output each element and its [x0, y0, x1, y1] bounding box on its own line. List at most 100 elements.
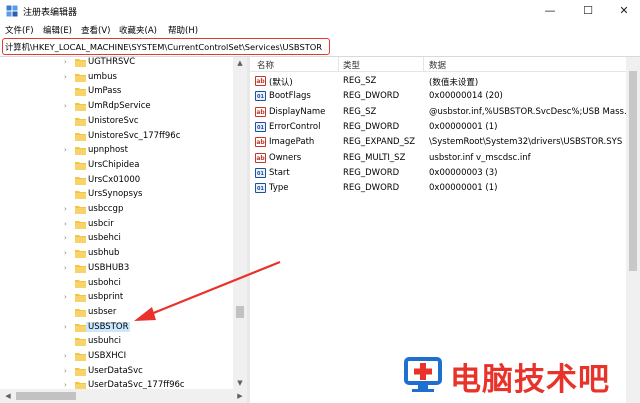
value-row[interactable]: ab ImagePath REG_EXPAND_SZ \SystemRoot\Syst…: [250, 135, 640, 150]
window-title: 注册表编辑器: [23, 8, 78, 18]
tree-item[interactable]: UrsCx01000: [0, 173, 232, 188]
chevron-right-icon[interactable]: ›: [64, 220, 72, 229]
value-type: REG_SZ: [343, 76, 377, 86]
chevron-right-icon[interactable]: ›: [64, 73, 72, 82]
chevron-right-icon[interactable]: ›: [64, 205, 72, 214]
tree-item[interactable]: › umbus: [0, 70, 232, 85]
scroll-thumb[interactable]: [236, 306, 244, 318]
menu-bar: 文件(F) 编辑(E) 查看(V) 收藏夹(A) 帮助(H): [0, 22, 640, 38]
value-name: ImagePath: [269, 137, 315, 148]
tree-item-label: umbus: [88, 71, 117, 82]
folder-icon: [75, 59, 86, 67]
tree-item[interactable]: › UGTHRSVC: [0, 57, 232, 70]
key-tree[interactable]: › UGTHRSVC › umbus UmPass › UmRdpService Unisto…: [0, 57, 247, 403]
value-data: 0x00000003 (3): [429, 167, 498, 178]
scroll-up-icon[interactable]: ▲: [233, 57, 247, 69]
tree-item[interactable]: usbser: [0, 305, 232, 320]
chevron-right-icon[interactable]: ›: [64, 146, 72, 155]
tree-item[interactable]: UrsChipidea: [0, 158, 232, 173]
tree-item[interactable]: usbuhci: [0, 334, 232, 349]
menu-edit[interactable]: 编辑(E): [43, 24, 72, 36]
column-header-data[interactable]: 数据: [429, 59, 446, 71]
value-name: BootFlags: [269, 91, 311, 102]
tree-item[interactable]: UnistoreSvc_177ff96c: [0, 129, 232, 144]
tree-item-selected[interactable]: › USBSTOR: [0, 320, 232, 335]
chevron-right-icon[interactable]: ›: [64, 367, 72, 376]
chevron-right-icon[interactable]: ›: [64, 58, 72, 67]
string-value-icon: ab: [255, 137, 266, 148]
value-row[interactable]: 01 Start REG_DWORD 0x00000003 (3): [250, 166, 640, 181]
tree-item-label: UserDataSvc: [88, 365, 143, 376]
chevron-right-icon[interactable]: ›: [64, 323, 72, 332]
value-row[interactable]: ab Owners REG_MULTI_SZ usbstor.inf v_mscdsc…: [250, 151, 640, 166]
tree-item[interactable]: UrsSynopsys: [0, 187, 232, 202]
tree-item[interactable]: › UmRdpService: [0, 99, 232, 114]
chevron-right-icon[interactable]: ›: [64, 352, 72, 361]
title-bar[interactable]: 注册表编辑器 — ☐ ✕: [0, 0, 640, 22]
scroll-right-icon[interactable]: ▶: [233, 390, 247, 402]
tree-item-label: usbuhci: [88, 336, 122, 347]
watermark-logo: 电脑技术吧: [398, 350, 638, 400]
tree-item-label: usbser: [88, 306, 117, 317]
value-name: Type: [269, 183, 289, 194]
chevron-right-icon[interactable]: ›: [64, 264, 72, 273]
tree-item-label: UrsCx01000: [88, 174, 141, 185]
tree-item-label: upnphost: [88, 145, 128, 156]
tree-item-label: UrsSynopsys: [88, 189, 143, 200]
tree-item[interactable]: › upnphost: [0, 143, 232, 158]
divider: [250, 71, 640, 72]
tree-vertical-scrollbar[interactable]: ▲ ▼: [233, 57, 247, 389]
tree-item[interactable]: UmPass: [0, 84, 232, 99]
tree-item[interactable]: UnistoreSvc: [0, 114, 232, 129]
address-bar[interactable]: 计算机\HKEY_LOCAL_MACHINE\SYSTEM\CurrentCon…: [2, 38, 330, 55]
tree-horizontal-scrollbar[interactable]: ◀ ▶: [0, 389, 247, 403]
address-path[interactable]: 计算机\HKEY_LOCAL_MACHINE\SYSTEM\CurrentCon…: [5, 41, 322, 53]
tree-item[interactable]: usbohci: [0, 276, 232, 291]
folder-icon: [75, 206, 86, 214]
chevron-right-icon[interactable]: ›: [64, 249, 72, 258]
tree-item-label: USBHUB3: [88, 262, 130, 273]
scroll-thumb[interactable]: [16, 392, 76, 400]
value-row[interactable]: ab DisplayName REG_SZ @usbstor.inf,%USBSTOR…: [250, 105, 640, 120]
registry-editor-icon: [6, 5, 18, 17]
scroll-down-icon[interactable]: ▼: [233, 377, 247, 389]
value-row[interactable]: 01 ErrorControl REG_DWORD 0x00000001 (1): [250, 120, 640, 135]
tree-item[interactable]: › usbcir: [0, 217, 232, 232]
value-row[interactable]: 01 BootFlags REG_DWORD 0x00000014 (20): [250, 89, 640, 104]
scroll-left-icon[interactable]: ◀: [1, 390, 15, 402]
column-separator[interactable]: [423, 57, 424, 71]
chevron-right-icon[interactable]: ›: [64, 293, 72, 302]
menu-view[interactable]: 查看(V): [81, 24, 110, 36]
menu-help[interactable]: 帮助(H): [168, 24, 198, 36]
value-row[interactable]: ab (默认) REG_SZ (数值未设置): [250, 74, 640, 89]
menu-file[interactable]: 文件(F): [5, 24, 34, 36]
tree-item-label: usbhub: [88, 248, 120, 259]
chevron-right-icon[interactable]: ›: [64, 102, 72, 111]
folder-icon: [75, 353, 86, 361]
menu-favorites[interactable]: 收藏夹(A): [119, 24, 157, 36]
tree-item[interactable]: › usbccgp: [0, 202, 232, 217]
tree-item[interactable]: › usbhub: [0, 246, 232, 261]
value-type: REG_DWORD: [343, 91, 400, 102]
chevron-right-icon[interactable]: ›: [64, 234, 72, 243]
tree-item[interactable]: › USBXHCI: [0, 349, 232, 364]
minimize-button[interactable]: —: [532, 0, 568, 22]
tree-item[interactable]: › usbprint: [0, 290, 232, 305]
string-value-icon: ab: [255, 152, 266, 163]
value-row[interactable]: 01 Type REG_DWORD 0x00000001 (1): [250, 181, 640, 196]
tree-item[interactable]: › UserDataSvc: [0, 364, 232, 379]
value-type: REG_SZ: [343, 106, 377, 117]
tree-item[interactable]: › usbehci: [0, 231, 232, 246]
tree-item[interactable]: › USBHUB3: [0, 261, 232, 276]
column-header-name[interactable]: 名称: [257, 59, 274, 71]
folder-icon: [75, 308, 86, 317]
value-data: (数值未设置): [429, 78, 479, 88]
tree-item-label: UmPass: [88, 86, 122, 97]
tree-item-label: usbehci: [88, 233, 121, 244]
scroll-thumb[interactable]: [629, 71, 637, 271]
maximize-button[interactable]: ☐: [570, 0, 606, 22]
column-header-type[interactable]: 类型: [343, 59, 360, 71]
folder-icon: [75, 103, 86, 112]
column-separator[interactable]: [338, 57, 339, 71]
close-button[interactable]: ✕: [606, 0, 640, 22]
